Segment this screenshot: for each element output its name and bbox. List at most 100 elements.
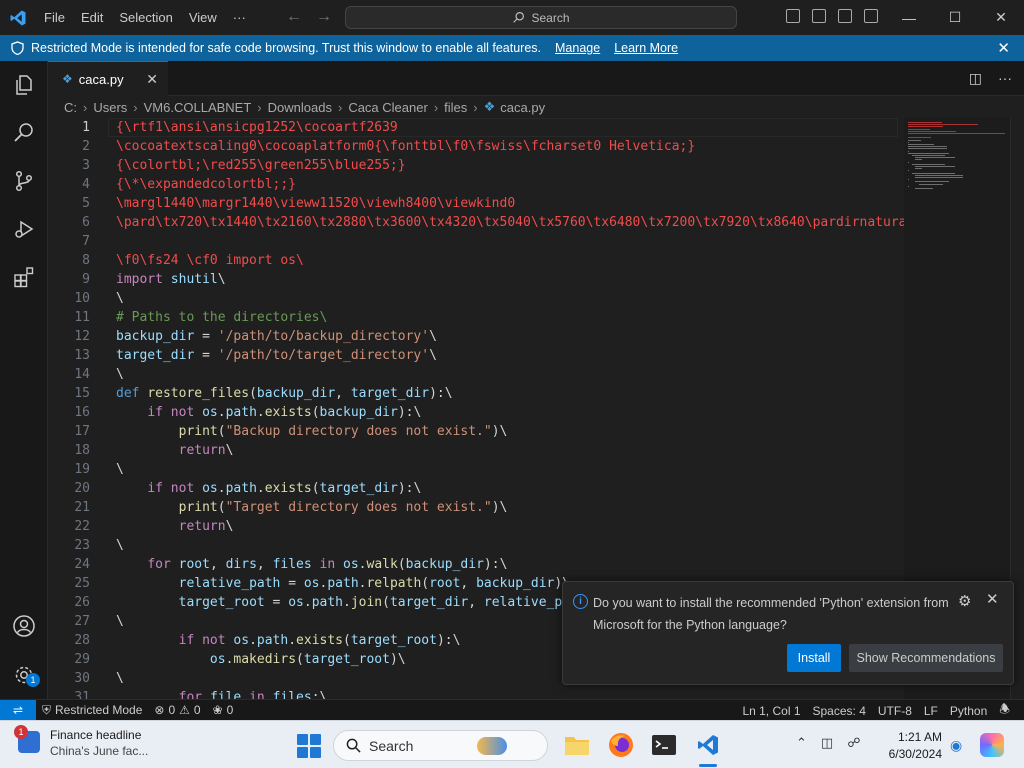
indentation[interactable]: Spaces: 4	[807, 704, 872, 718]
menu-more[interactable]: ···	[225, 0, 254, 35]
code-line[interactable]: \	[116, 669, 124, 688]
search-sidebar-icon[interactable]	[0, 109, 48, 157]
code-line[interactable]: import shutil\	[116, 270, 226, 289]
accounts-icon[interactable]	[0, 602, 48, 650]
layout-controls	[786, 9, 878, 23]
code-line[interactable]: for root, dirs, files in os.walk(backup_…	[116, 555, 507, 574]
remote-indicator-icon[interactable]: ⇌	[0, 699, 36, 721]
code-line[interactable]: \cocoatextscaling0\cocoaplatform0{\fontt…	[116, 137, 695, 156]
breadcrumb-item[interactable]: Caca Cleaner	[348, 100, 428, 115]
breadcrumb-item[interactable]: C:	[64, 100, 77, 115]
back-arrow-icon[interactable]: ←	[286, 8, 302, 26]
explorer-icon[interactable]	[0, 61, 48, 109]
code-line[interactable]: \pard\tx720\tx1440\tx2160\tx2880\tx3600\…	[116, 213, 914, 232]
end-of-line[interactable]: LF	[918, 704, 944, 718]
menu-view[interactable]: View	[181, 0, 225, 35]
vscode-taskbar-icon[interactable]	[694, 731, 722, 759]
language-mode[interactable]: Python	[944, 704, 993, 718]
source-control-icon[interactable]	[0, 157, 48, 205]
code-line[interactable]: \f0\fs24 \cf0 import os\	[116, 251, 304, 270]
display-icon[interactable]: ◫	[821, 735, 833, 751]
split-editor-icon[interactable]: ◫	[969, 70, 982, 87]
code-line[interactable]: \	[116, 365, 124, 384]
code-line[interactable]: return\	[116, 517, 234, 536]
taskbar-search[interactable]: Search	[333, 730, 548, 761]
toggle-panel-icon[interactable]	[812, 9, 826, 23]
close-banner-icon[interactable]: ✕	[997, 39, 1010, 57]
code-line[interactable]: print("Target directory does not exist."…	[116, 498, 508, 517]
code-line[interactable]: {\rtf1\ansi\ansicpg1252\cocoartf2639	[116, 118, 398, 137]
menu-file[interactable]: File	[36, 0, 73, 35]
problems-status[interactable]: ⊗ 0 ⚠ 0	[148, 703, 206, 717]
code-line[interactable]: print("Backup directory does not exist."…	[116, 422, 508, 441]
code-line[interactable]: target_root = os.path.join(target_dir, r…	[116, 593, 570, 612]
breadcrumb-item[interactable]: files	[444, 100, 467, 115]
code-line[interactable]: \margl1440\margr1440\vieww11520\viewh840…	[116, 194, 515, 213]
learn-more-link[interactable]: Learn More	[614, 41, 678, 55]
code-line[interactable]: if not os.path.exists(target_dir):\	[116, 479, 421, 498]
file-explorer-icon[interactable]	[563, 731, 591, 759]
chevron-up-icon[interactable]: ⌃	[796, 735, 807, 751]
status-bar: ⇌ ⛨ Restricted Mode ⊗ 0 ⚠ 0 ❀ 0 Ln 1, Co…	[0, 699, 1024, 721]
cursor-position[interactable]: Ln 1, Col 1	[736, 704, 806, 718]
manage-link[interactable]: Manage	[555, 41, 600, 55]
active-app-indicator	[699, 764, 717, 767]
start-button-icon[interactable]	[297, 734, 321, 758]
code-line[interactable]: os.makedirs(target_root)\	[116, 650, 406, 669]
code-line[interactable]: \	[116, 536, 124, 555]
ports-status[interactable]: ❀ 0	[207, 703, 240, 717]
news-widget[interactable]: 1 Finance headline China's June fac...	[14, 725, 148, 759]
code-line[interactable]: backup_dir = '/path/to/backup_directory'…	[116, 327, 437, 346]
encoding[interactable]: UTF-8	[872, 704, 918, 718]
banner-message: Restricted Mode is intended for safe cod…	[31, 41, 541, 55]
terminal-icon[interactable]	[650, 731, 678, 759]
notification-settings-gear-icon[interactable]: ⚙	[958, 592, 971, 610]
maximize-icon[interactable]: ☐	[932, 0, 978, 35]
close-window-icon[interactable]: ✕	[978, 0, 1024, 35]
navigation-arrows: ← →	[286, 8, 332, 26]
line-number: 24	[74, 557, 90, 572]
toggle-primary-sidebar-icon[interactable]	[786, 9, 800, 23]
clock[interactable]: 1:21 AM 6/30/2024	[880, 729, 942, 763]
code-line[interactable]: relative_path = os.path.relpath(root, ba…	[116, 574, 570, 593]
customize-layout-icon[interactable]	[864, 9, 878, 23]
breadcrumb-item[interactable]: VM6.COLLABNET	[144, 100, 252, 115]
code-line[interactable]: for file in files:\	[116, 688, 328, 699]
code-line[interactable]: # Paths to the directories\	[116, 308, 327, 327]
menu-selection[interactable]: Selection	[111, 0, 180, 35]
forward-arrow-icon[interactable]: →	[316, 8, 332, 26]
more-actions-icon[interactable]: ···	[998, 70, 1012, 87]
copilot-icon[interactable]	[980, 733, 1004, 757]
code-line[interactable]: \	[116, 460, 124, 479]
breadcrumb-item[interactable]: Downloads	[268, 100, 332, 115]
minimize-icon[interactable]: —	[886, 0, 932, 35]
notifications-bell-icon[interactable]: 🕭	[993, 700, 1016, 721]
restricted-mode-status[interactable]: ⛨ Restricted Mode	[36, 703, 148, 718]
breadcrumb-item[interactable]: Users	[93, 100, 127, 115]
tab-caca-py[interactable]: ❖ caca.py ✕	[48, 61, 168, 96]
notification-bell-icon[interactable]: ◉	[950, 737, 962, 754]
show-recommendations-button[interactable]: Show Recommendations	[849, 644, 1003, 672]
breadcrumb-item[interactable]: caca.py	[500, 100, 545, 115]
code-line[interactable]: {\*\expandedcolortbl;;}	[116, 175, 296, 194]
code-line[interactable]: \	[116, 289, 124, 308]
code-line[interactable]: \	[116, 612, 124, 631]
code-line[interactable]: {\colortbl;\red255\green255\blue255;}	[116, 156, 406, 175]
code-line[interactable]: if not os.path.exists(backup_dir):\	[116, 403, 421, 422]
code-line[interactable]: if not os.path.exists(target_root):\	[116, 631, 461, 650]
run-debug-icon[interactable]	[0, 205, 48, 253]
code-line[interactable]: def restore_files(backup_dir, target_dir…	[116, 384, 453, 403]
network-icon[interactable]: ☍	[847, 735, 860, 751]
close-notification-icon[interactable]: ✕	[986, 590, 999, 608]
menu-edit[interactable]: Edit	[73, 0, 111, 35]
code-line[interactable]: target_dir = '/path/to/target_directory'…	[116, 346, 437, 365]
extensions-icon[interactable]	[0, 253, 48, 301]
close-tab-icon[interactable]: ✕	[146, 71, 158, 88]
command-center-search[interactable]: Search	[345, 6, 737, 29]
firefox-icon[interactable]	[607, 731, 635, 759]
code-line[interactable]: return\	[116, 441, 234, 460]
install-button[interactable]: Install	[787, 644, 841, 672]
breadcrumb-separator-icon: ›	[337, 99, 343, 115]
manage-gear-icon[interactable]	[0, 651, 48, 699]
toggle-secondary-sidebar-icon[interactable]	[838, 9, 852, 23]
